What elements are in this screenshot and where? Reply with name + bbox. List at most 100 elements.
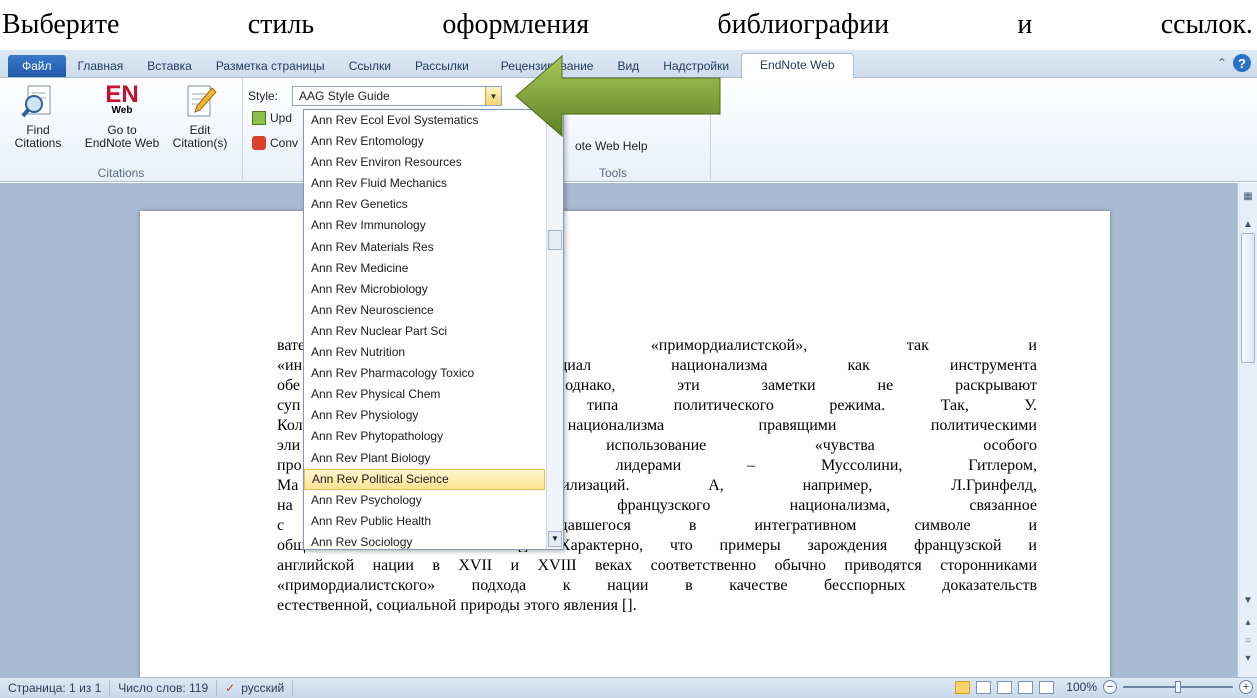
style-option[interactable]: Ann Rev Plant Biology (304, 448, 545, 469)
zoom-out-icon[interactable]: − (1103, 680, 1117, 694)
style-label: Style: (248, 89, 279, 103)
help-icon[interactable]: ? (1233, 54, 1251, 72)
browse-object-icon[interactable]: ○ (1238, 635, 1257, 646)
scroll-thumb[interactable] (1241, 233, 1255, 363)
scroll-down-icon[interactable]: ▼ (1238, 595, 1257, 606)
spellcheck-icon: ✓ (225, 681, 236, 695)
heading-word: Выберите (2, 9, 120, 40)
page-count[interactable]: Страница: 1 из 1 (0, 680, 111, 696)
convert-citations-button[interactable]: Conv (252, 136, 298, 150)
tab-page-layout[interactable]: Разметка страницы (204, 55, 337, 77)
heading-word: стиль (247, 9, 315, 40)
zoom-slider-thumb[interactable] (1175, 681, 1181, 693)
dropdown-scrollbar[interactable]: ▼ (546, 110, 563, 549)
outline-view-icon[interactable] (1018, 680, 1034, 694)
style-option-selected[interactable]: Ann Rev Political Science (304, 468, 545, 490)
tab-mailings[interactable]: Рассылки (403, 55, 481, 77)
style-select[interactable]: AAG Style Guide ▼ (292, 86, 503, 106)
style-option[interactable]: Ann Rev Fluid Mechanics (304, 173, 545, 194)
next-page-icon[interactable]: ▾ (1238, 653, 1257, 664)
tab-references[interactable]: Ссылки (337, 55, 403, 77)
ribbon-panel: Find Citations EN Web Go to EndNote Web … (0, 78, 1257, 182)
style-option[interactable]: Ann Rev Ecol Evol Systematics (304, 110, 545, 131)
style-select-value: AAG Style Guide (299, 89, 390, 103)
zoom-in-icon[interactable]: + (1239, 680, 1253, 694)
update-icon (252, 111, 266, 125)
zoom-slider[interactable] (1123, 681, 1233, 693)
vertical-scrollbar[interactable]: ▦ ▲ ▼ ▴ ○ ▾ (1237, 183, 1257, 677)
style-option[interactable]: Ann Rev Sociology (304, 532, 545, 553)
heading-word: библиографии (717, 9, 890, 40)
update-label: Upd (270, 111, 293, 125)
ruler-toggle-icon[interactable]: ▦ (1238, 191, 1257, 202)
tab-review[interactable]: Рецензирование (481, 55, 606, 77)
text-line: «примордиалистского» подхода к нации в к… (277, 577, 1037, 594)
style-row: Style: AAG Style Guide ▼ (248, 86, 503, 106)
update-bibliography-button[interactable]: Upd (252, 111, 292, 125)
find-citations-button[interactable]: Find Citations (8, 84, 68, 150)
previous-page-icon[interactable]: ▴ (1238, 617, 1257, 628)
document-area: ватели – как «примордиалистской», так и … (0, 183, 1237, 691)
heading-word: и (1017, 9, 1033, 40)
print-layout-view-icon[interactable] (955, 680, 971, 694)
goto-endnote-label: Go to EndNote Web (84, 123, 160, 150)
heading-word: оформления (442, 9, 590, 40)
minimize-ribbon-icon[interactable]: ⌃ (1217, 56, 1227, 70)
language-label: русский (241, 681, 285, 695)
en-logo-text: EN (105, 81, 139, 108)
word-count[interactable]: Число слов: 119 (110, 680, 218, 696)
instruction-heading: Выберите стиль оформления библиографии и… (0, 0, 1257, 50)
edit-document-icon (182, 84, 218, 120)
text-line: английской нации в XVII и XVIII веках со… (277, 557, 1037, 574)
style-dropdown-list[interactable]: Ann Rev Ecol Evol Systematics Ann Rev En… (303, 109, 564, 550)
magnifier-document-icon (20, 84, 56, 120)
help-label: ote Web Help (575, 139, 648, 153)
chevron-down-icon[interactable]: ▼ (485, 87, 502, 105)
scroll-up-icon[interactable]: ▲ (1238, 219, 1257, 230)
dropdown-scroll-down-icon[interactable]: ▼ (548, 531, 562, 547)
ribbon-tab-bar: Файл Главная Вставка Разметка страницы С… (0, 50, 1257, 78)
style-option[interactable]: Ann Rev Nuclear Part Sci (304, 321, 545, 342)
document-page: ватели – как «примордиалистской», так и … (140, 211, 1110, 691)
style-option[interactable]: Ann Rev Entomology (304, 131, 545, 152)
style-option[interactable]: Ann Rev Medicine (304, 258, 545, 279)
language-indicator[interactable]: ✓ русский (217, 680, 294, 696)
style-option[interactable]: Ann Rev Environ Resources (304, 152, 545, 173)
full-screen-reading-icon[interactable] (976, 680, 992, 694)
edit-citation-label: Edit Citation(s) (172, 123, 228, 150)
tab-home[interactable]: Главная (66, 55, 136, 77)
style-option[interactable]: Ann Rev Genetics (304, 194, 545, 215)
style-option[interactable]: Ann Rev Materials Res (304, 237, 545, 258)
citations-group: Find Citations EN Web Go to EndNote Web … (0, 78, 243, 182)
status-bar: Страница: 1 из 1 Число слов: 119 ✓ русск… (0, 677, 1257, 698)
web-layout-icon[interactable] (997, 680, 1013, 694)
goto-endnote-web-button[interactable]: EN Web Go to EndNote Web (74, 81, 170, 150)
style-option[interactable]: Ann Rev Physical Chem (304, 384, 545, 405)
dropdown-scroll-thumb[interactable] (548, 230, 562, 250)
edit-citations-button[interactable]: Edit Citation(s) (170, 84, 230, 150)
window-icons: ⌃ ? (1217, 49, 1257, 77)
draft-view-icon[interactable] (1039, 680, 1055, 694)
tab-endnote-web[interactable]: EndNote Web (741, 53, 854, 78)
convert-icon (252, 136, 266, 150)
citations-group-label: Citations (97, 166, 145, 180)
tab-insert[interactable]: Вставка (135, 55, 204, 77)
tab-file[interactable]: Файл (8, 55, 66, 77)
style-option[interactable]: Ann Rev Immunology (304, 215, 545, 236)
style-option[interactable]: Ann Rev Psychology (304, 490, 545, 511)
style-option[interactable]: Ann Rev Nutrition (304, 342, 545, 363)
style-option[interactable]: Ann Rev Microbiology (304, 279, 545, 300)
tab-addins[interactable]: Надстройки (651, 55, 741, 77)
style-option[interactable]: Ann Rev Physiology (304, 405, 545, 426)
style-option[interactable]: Ann Rev Phytopathology (304, 426, 545, 447)
style-option[interactable]: Ann Rev Neuroscience (304, 300, 545, 321)
heading-word: ссылок. (1160, 9, 1253, 40)
style-option[interactable]: Ann Rev Public Health (304, 511, 545, 532)
zoom-level[interactable]: 100% (1066, 680, 1097, 694)
style-option[interactable]: Ann Rev Pharmacology Toxico (304, 363, 545, 384)
endnote-logo-icon: EN Web (104, 81, 140, 120)
tools-group-label: Tools (598, 166, 627, 180)
find-citations-label: Find Citations (14, 123, 62, 150)
endnote-web-help-button[interactable]: ote Web Help (575, 139, 648, 153)
tab-view[interactable]: Вид (605, 55, 651, 77)
